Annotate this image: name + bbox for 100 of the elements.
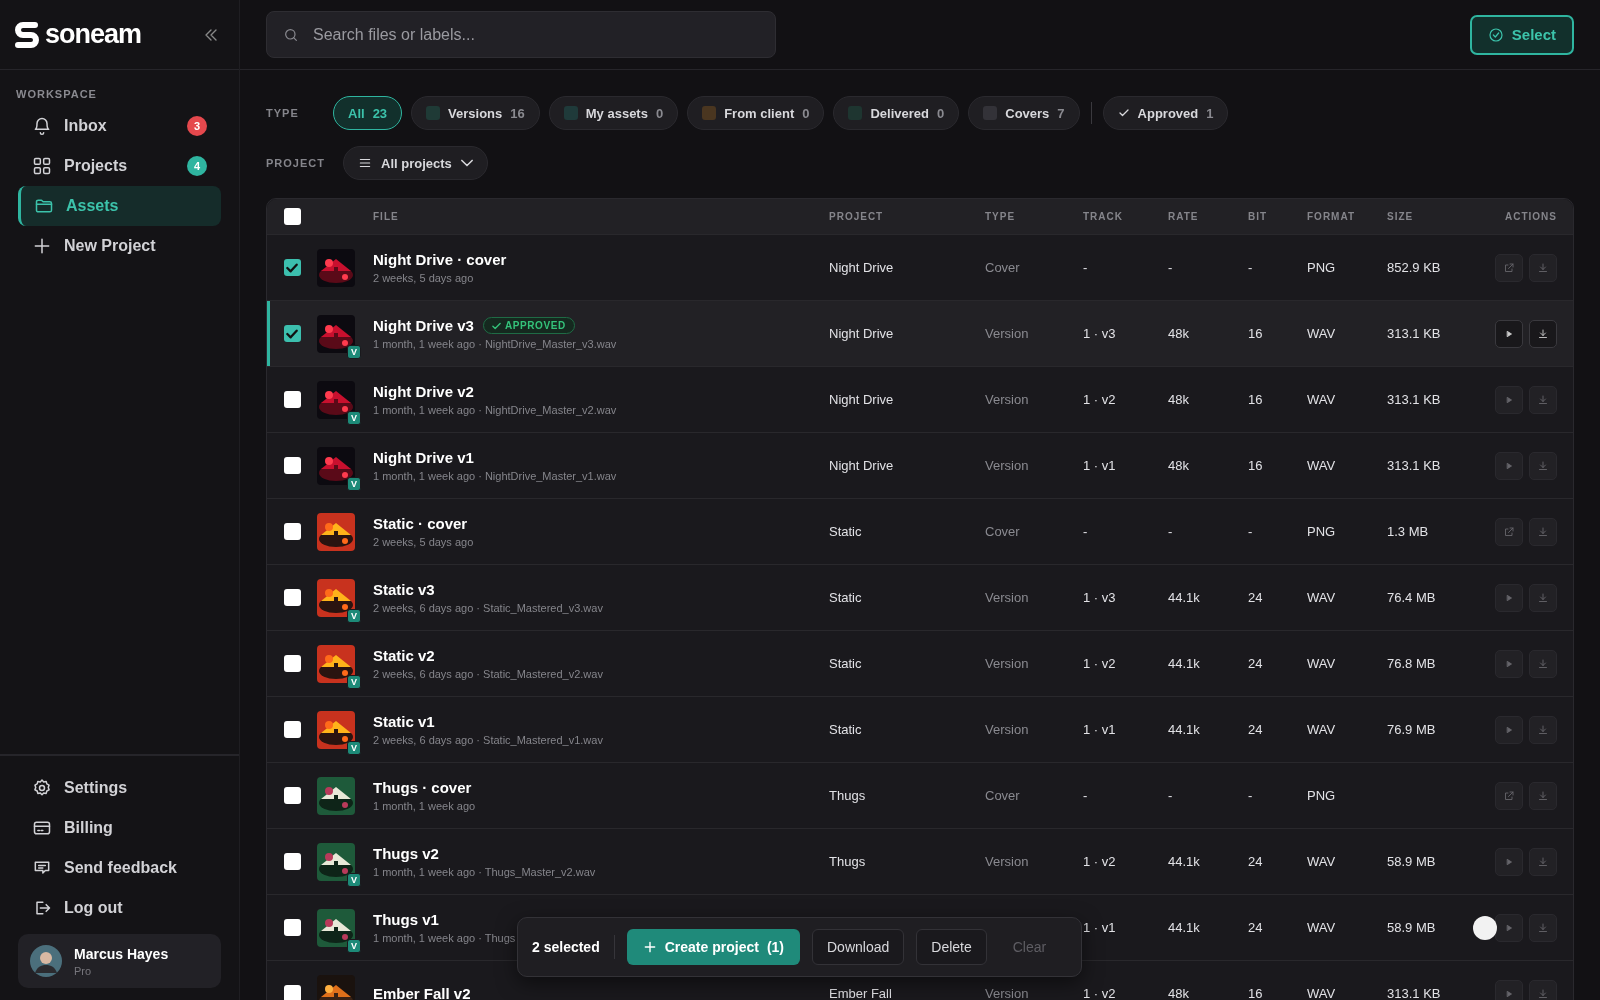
table-cell-text: 24 xyxy=(1248,590,1264,605)
table-cell-text: Thugs xyxy=(829,854,867,869)
checkbox[interactable] xyxy=(283,655,301,672)
filter-chip[interactable]: My assets 0 xyxy=(548,96,679,130)
download-icon xyxy=(1537,789,1549,802)
checkbox[interactable] xyxy=(283,457,301,474)
file-name: Thugs v2 xyxy=(373,845,439,862)
filter-chip[interactable]: Versions 16 xyxy=(411,96,540,130)
file-name: Static v1 xyxy=(373,713,435,730)
table-cell-text: 24 xyxy=(1248,920,1264,935)
bell-icon xyxy=(32,116,52,136)
checkbox[interactable] xyxy=(283,853,301,870)
column-header: FORMAT xyxy=(1307,211,1357,222)
sidebar-item[interactable]: Projects 4 xyxy=(18,146,221,186)
table-row[interactable]: V Night Drive v1 1 month, 1 week ago · NightDrive_Master_v1.wav Night Drive Version 1 · v1 48k 16 WAV 313.1 KB xyxy=(267,433,1573,499)
table-row[interactable]: V Static v3 2 weeks, 6 days ago · Static_Mastered_v3.wav Static Version 1 · v3 44.1k 24 WAV 76.4 MB xyxy=(267,565,1573,631)
table-cell-text: 16 xyxy=(1248,458,1264,473)
file-name: Static v2 xyxy=(373,647,435,664)
sidebar-item[interactable]: Assets xyxy=(18,186,221,226)
file-meta: 1 month, 1 week ago · Thugs_Master_v2.wav xyxy=(373,866,597,878)
table-row[interactable]: V Night Drive v3 APPROVED 1 month, 1 week ago · NightDrive_Master_v3.wav Night Drive Version 1 · v3 48k 16 WAV 313.1 KB xyxy=(267,301,1573,367)
chevron-down-icon xyxy=(460,159,473,167)
version-badge: V xyxy=(347,476,361,491)
table-cell-text: 44.1k xyxy=(1168,854,1201,869)
card-icon xyxy=(32,818,52,838)
table-cell-text: 48k xyxy=(1168,986,1190,1000)
filter-chip[interactable]: Delivered 0 xyxy=(833,96,960,130)
create-project-button[interactable]: Create project (1) xyxy=(626,929,800,965)
table-row[interactable]: Static · cover 2 weeks, 5 days ago Static Cover - - - PNG 1.3 MB xyxy=(267,499,1573,565)
download-icon xyxy=(1537,987,1549,1000)
download-icon xyxy=(1537,591,1549,604)
filter-chip[interactable]: All 23 xyxy=(333,96,403,130)
table-cell-text: 48k xyxy=(1168,458,1190,473)
checkbox[interactable] xyxy=(283,589,301,606)
table-row[interactable]: V Thugs v2 1 month, 1 week ago · Thugs_Master_v2.wav Thugs Version 1 · v2 44.1k 24 WAV 58.9 MB xyxy=(267,829,1573,895)
count-badge: 3 xyxy=(187,116,207,136)
table-cell-text: 1 · v1 xyxy=(1083,920,1117,935)
table-cell-text: - xyxy=(1248,524,1254,539)
file-meta: 2 weeks, 6 days ago · Static_Mastered_v2.wav xyxy=(373,668,604,680)
file-name: Night Drive v1 xyxy=(373,449,474,466)
checkbox[interactable] xyxy=(283,919,301,936)
sidebar-item[interactable]: Settings xyxy=(18,768,221,808)
table-row[interactable]: V Static v1 2 weeks, 6 days ago · Static_Mastered_v1.wav Static Version 1 · v1 44.1k 24 WAV 76.9 MB xyxy=(267,697,1573,763)
sidebar-item[interactable]: Inbox 3 xyxy=(18,106,221,146)
table-cell-text: PNG xyxy=(1307,260,1337,275)
table-row[interactable]: Thugs · cover 1 month, 1 week ago Thugs Cover - - - PNG xyxy=(267,763,1573,829)
sidebar-item[interactable]: Billing xyxy=(18,808,221,848)
table-cell-text: WAV xyxy=(1307,656,1337,671)
table-row[interactable]: V Static v2 2 weeks, 6 days ago · Static_Mastered_v2.wav Static Version 1 · v2 44.1k 24 WAV 76.8 MB xyxy=(267,631,1573,697)
checkbox[interactable] xyxy=(283,985,301,1000)
search-field[interactable]: Search files or labels... xyxy=(266,11,776,58)
filter-chip[interactable]: Covers 7 xyxy=(968,96,1080,130)
delete-button[interactable]: Delete xyxy=(916,929,987,965)
sidebar-item[interactable]: New Project xyxy=(18,226,221,266)
checkbox[interactable] xyxy=(283,721,301,738)
file-name: Thugs · cover xyxy=(373,779,472,796)
section-label: WORKSPACE xyxy=(15,87,98,102)
select-button[interactable]: Select xyxy=(1469,14,1574,55)
checkbox[interactable] xyxy=(283,259,301,276)
table-cell-text: Version xyxy=(985,854,1030,869)
table-cell-text: - xyxy=(1168,260,1174,275)
checkbox[interactable] xyxy=(283,787,301,804)
checkbox[interactable] xyxy=(283,208,301,225)
table-cell-text: 58.9 MB xyxy=(1387,854,1437,869)
column-header: TRACK xyxy=(1083,211,1124,222)
checkbox[interactable] xyxy=(283,391,301,408)
file-meta: 2 weeks, 5 days ago xyxy=(373,536,475,548)
plus-icon xyxy=(32,236,52,256)
table-cell-text: WAV xyxy=(1307,986,1337,1000)
download-icon xyxy=(1537,261,1549,274)
search-icon xyxy=(283,27,299,43)
grid-icon xyxy=(32,156,52,176)
user-plan: Pro xyxy=(74,964,93,977)
table-cell-text: - xyxy=(1248,788,1254,803)
sidebar-item[interactable]: Send feedback xyxy=(18,848,221,888)
sidebar-item[interactable]: Log out xyxy=(18,888,221,928)
download-button[interactable]: Download xyxy=(812,929,905,965)
filter-chip[interactable]: From client 0 xyxy=(687,96,825,130)
table-cell-text: PNG xyxy=(1307,788,1337,803)
table-cell-text: WAV xyxy=(1307,920,1337,935)
table-cell-text: 852.9 KB xyxy=(1387,260,1442,275)
table-cell-text: 44.1k xyxy=(1168,722,1201,737)
file-name: Static v3 xyxy=(373,581,435,598)
table-cell-text: 16 xyxy=(1248,326,1264,341)
checkbox[interactable] xyxy=(283,523,301,540)
table-cell-text: WAV xyxy=(1307,854,1337,869)
table-cell-text: Version xyxy=(985,458,1030,473)
download-icon xyxy=(1537,921,1549,934)
table-row[interactable]: V Night Drive v2 1 month, 1 week ago · NightDrive_Master_v2.wav Night Drive Version 1 · v2 48k 16 WAV 313.1 KB xyxy=(267,367,1573,433)
table-cell-text: - xyxy=(1248,260,1254,275)
project-dropdown[interactable]: All projects xyxy=(343,146,488,180)
filter-chip[interactable]: Approved 1 xyxy=(1102,96,1229,130)
table-cell-text: 1.3 MB xyxy=(1387,524,1430,539)
file-name: Night Drive v2 xyxy=(373,383,474,400)
user-card[interactable]: Marcus Hayes Pro xyxy=(18,934,221,988)
download-icon xyxy=(1537,327,1549,340)
checkbox[interactable] xyxy=(283,325,301,342)
table-cell-text: 1 · v2 xyxy=(1083,986,1117,1000)
version-badge: V xyxy=(347,410,361,425)
table-cell-text: Night Drive xyxy=(829,326,895,341)
